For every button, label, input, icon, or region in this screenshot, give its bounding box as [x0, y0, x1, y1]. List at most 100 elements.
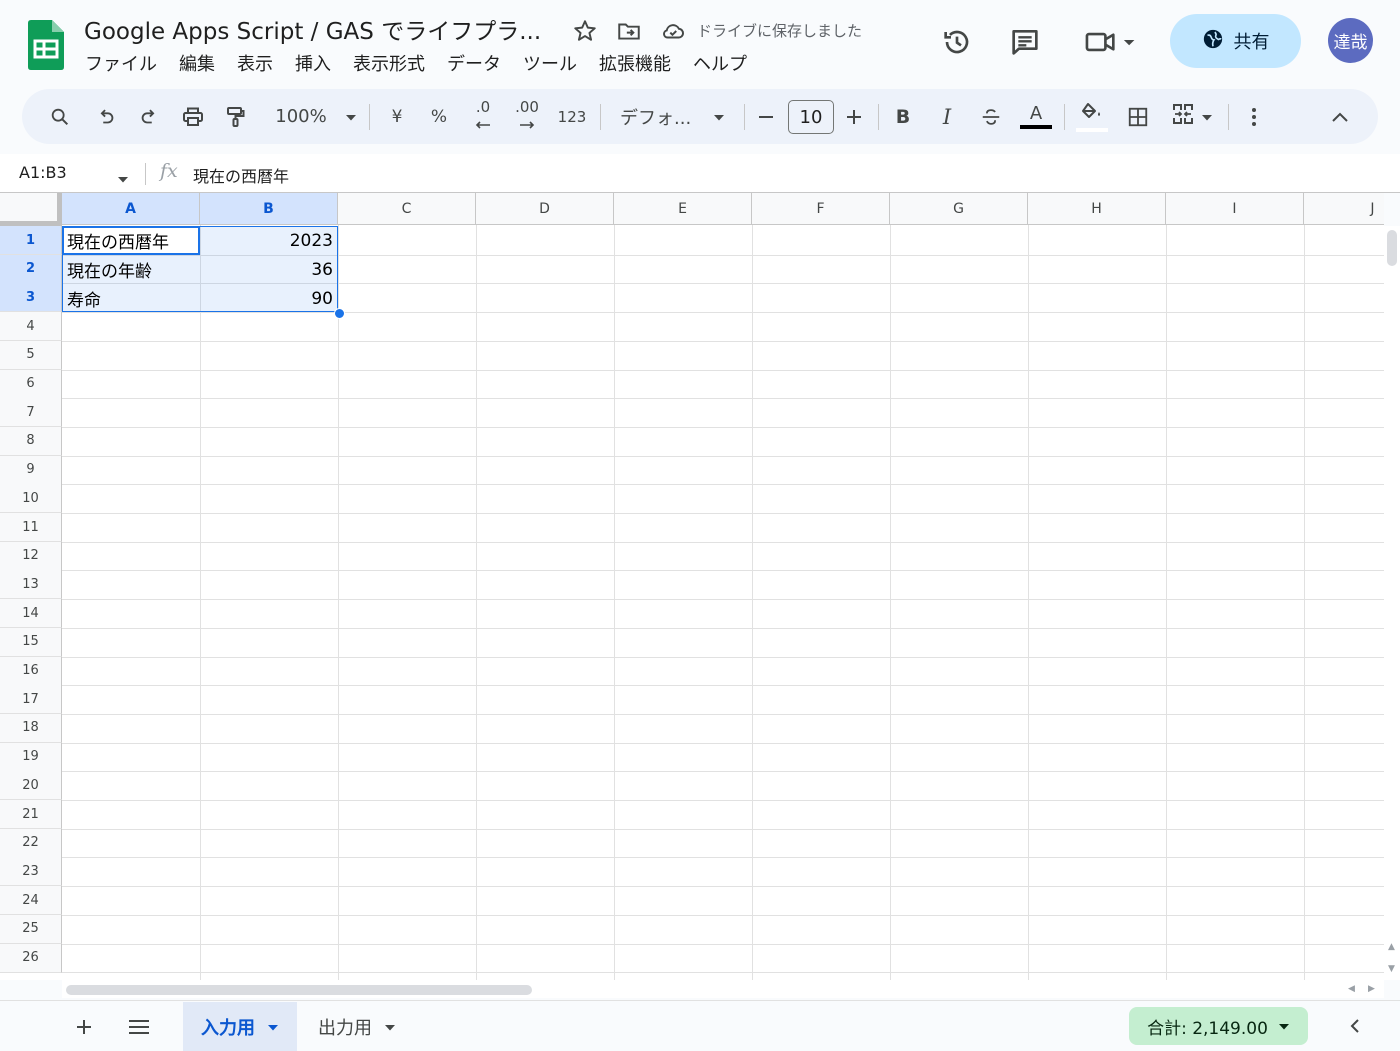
cell-a3[interactable]: 寿命 — [62, 284, 200, 313]
chevron-down-icon[interactable] — [267, 1016, 279, 1037]
text-color-button[interactable]: A — [1018, 89, 1054, 144]
row-header[interactable]: 19 — [0, 742, 62, 772]
cell-b3[interactable]: 90 — [200, 284, 338, 313]
all-sheets-icon[interactable] — [124, 1013, 154, 1041]
row-header[interactable]: 24 — [0, 886, 62, 916]
row-header[interactable]: 5 — [0, 340, 62, 370]
version-history-icon[interactable] — [939, 24, 975, 60]
column-header[interactable]: B — [200, 193, 338, 225]
cell-b1[interactable]: 2023 — [200, 226, 338, 255]
menu-insert[interactable]: 挿入 — [284, 52, 342, 78]
row-header[interactable]: 23 — [0, 857, 62, 887]
print-icon[interactable] — [177, 89, 209, 144]
cloud-saved-icon[interactable] — [660, 18, 686, 44]
menu-edit[interactable]: 編集 — [168, 52, 226, 78]
redo-icon[interactable] — [133, 89, 165, 144]
cell-a2[interactable]: 現在の年齢 — [62, 255, 200, 284]
scroll-up-arrow-icon[interactable]: ▲ — [1388, 942, 1395, 952]
chevron-down-icon[interactable] — [384, 1016, 396, 1037]
bold-button[interactable]: B — [888, 89, 918, 144]
paint-format-icon[interactable] — [220, 89, 252, 144]
menu-format[interactable]: 表示形式 — [342, 52, 436, 78]
row-header[interactable]: 16 — [0, 656, 62, 686]
column-header[interactable]: D — [476, 193, 614, 225]
add-sheet-icon[interactable] — [69, 1013, 99, 1041]
row-header[interactable]: 6 — [0, 369, 62, 399]
percent-format-button[interactable]: % — [424, 89, 454, 144]
user-avatar[interactable]: 達哉 — [1328, 18, 1373, 63]
more-formats-button[interactable]: 123 — [554, 89, 590, 144]
collapse-toolbar-icon[interactable] — [1324, 89, 1356, 144]
cell-b2[interactable]: 36 — [200, 255, 338, 284]
row-header[interactable]: 9 — [0, 455, 62, 485]
menu-tools[interactable]: ツール — [512, 52, 588, 78]
sum-summary-chip[interactable]: 合計: 2,149.00 — [1129, 1007, 1308, 1045]
row-header[interactable]: 1 — [0, 226, 62, 255]
vertical-scrollbar[interactable]: ▲ ▼ — [1384, 226, 1400, 980]
row-header[interactable]: 2 — [0, 254, 62, 284]
sheet-tab-input[interactable]: 入力用 — [183, 1002, 297, 1051]
increase-decimal-button[interactable]: .00 — [510, 89, 544, 144]
fill-handle[interactable] — [334, 308, 345, 319]
column-header[interactable]: A — [62, 193, 200, 225]
increase-font-size-icon[interactable] — [840, 89, 868, 144]
merge-cells-button[interactable] — [1168, 89, 1216, 144]
scroll-left-arrow-icon[interactable]: ◀ — [1348, 984, 1355, 994]
row-header[interactable]: 11 — [0, 513, 62, 542]
menu-extensions[interactable]: 拡張機能 — [588, 52, 682, 78]
column-header[interactable]: H — [1028, 193, 1166, 225]
fill-color-button[interactable] — [1074, 89, 1110, 144]
search-menus-icon[interactable] — [44, 89, 76, 144]
move-folder-icon[interactable] — [616, 18, 642, 44]
row-header[interactable]: 17 — [0, 685, 62, 715]
column-header[interactable]: E — [614, 193, 752, 225]
row-header[interactable]: 15 — [0, 627, 62, 657]
row-header[interactable]: 20 — [0, 771, 62, 801]
row-header[interactable]: 26 — [0, 943, 62, 973]
menu-view[interactable]: 表示 — [226, 52, 284, 78]
row-header[interactable]: 13 — [0, 570, 62, 600]
scroll-right-arrow-icon[interactable]: ▶ — [1368, 984, 1375, 994]
column-header[interactable]: C — [338, 193, 476, 225]
font-select[interactable]: デフォ... — [614, 89, 728, 144]
formula-input[interactable]: 現在の西暦年 — [193, 163, 289, 187]
chevron-down-icon[interactable] — [117, 169, 129, 188]
menu-help[interactable]: ヘルプ — [682, 52, 758, 78]
comments-icon[interactable] — [1007, 24, 1043, 60]
currency-format-button[interactable]: ¥ — [382, 89, 412, 144]
column-header[interactable]: G — [890, 193, 1028, 225]
row-header[interactable]: 25 — [0, 914, 62, 944]
star-icon[interactable] — [572, 18, 598, 44]
name-box[interactable]: A1:B3 — [19, 163, 67, 182]
share-button[interactable]: 共有 — [1170, 14, 1301, 68]
row-header[interactable]: 7 — [0, 398, 62, 428]
vertical-scroll-thumb[interactable] — [1387, 230, 1397, 266]
zoom-select[interactable]: 100% — [268, 89, 364, 144]
strikethrough-icon[interactable] — [976, 89, 1006, 144]
meet-button[interactable] — [1082, 24, 1142, 60]
row-header[interactable]: 22 — [0, 828, 62, 858]
font-size-input[interactable]: 10 — [788, 100, 834, 134]
row-header[interactable]: 8 — [0, 426, 62, 456]
sheet-tab-output[interactable]: 出力用 — [300, 1002, 414, 1051]
row-header[interactable]: 3 — [0, 283, 62, 313]
decrease-font-size-icon[interactable] — [752, 89, 780, 144]
column-header[interactable]: F — [752, 193, 890, 225]
row-header[interactable]: 12 — [0, 541, 62, 571]
row-header[interactable]: 21 — [0, 800, 62, 829]
decrease-decimal-button[interactable]: .0 — [466, 89, 500, 144]
sheets-logo-icon[interactable] — [28, 20, 64, 70]
horizontal-scroll-thumb[interactable] — [66, 985, 532, 995]
side-panel-toggle-icon[interactable] — [1348, 1017, 1362, 1039]
menu-file[interactable]: ファイル — [74, 52, 168, 78]
scroll-down-arrow-icon[interactable]: ▼ — [1388, 964, 1395, 974]
borders-icon[interactable] — [1122, 89, 1154, 144]
column-header[interactable]: I — [1166, 193, 1304, 225]
italic-button[interactable]: I — [932, 89, 962, 144]
column-header[interactable]: J — [1304, 193, 1384, 225]
row-header[interactable]: 14 — [0, 599, 62, 629]
row-header[interactable]: 10 — [0, 484, 62, 514]
undo-icon[interactable] — [90, 89, 122, 144]
more-options-icon[interactable] — [1240, 89, 1268, 144]
document-title[interactable]: Google Apps Script / GAS でライフプラ... — [84, 12, 541, 46]
